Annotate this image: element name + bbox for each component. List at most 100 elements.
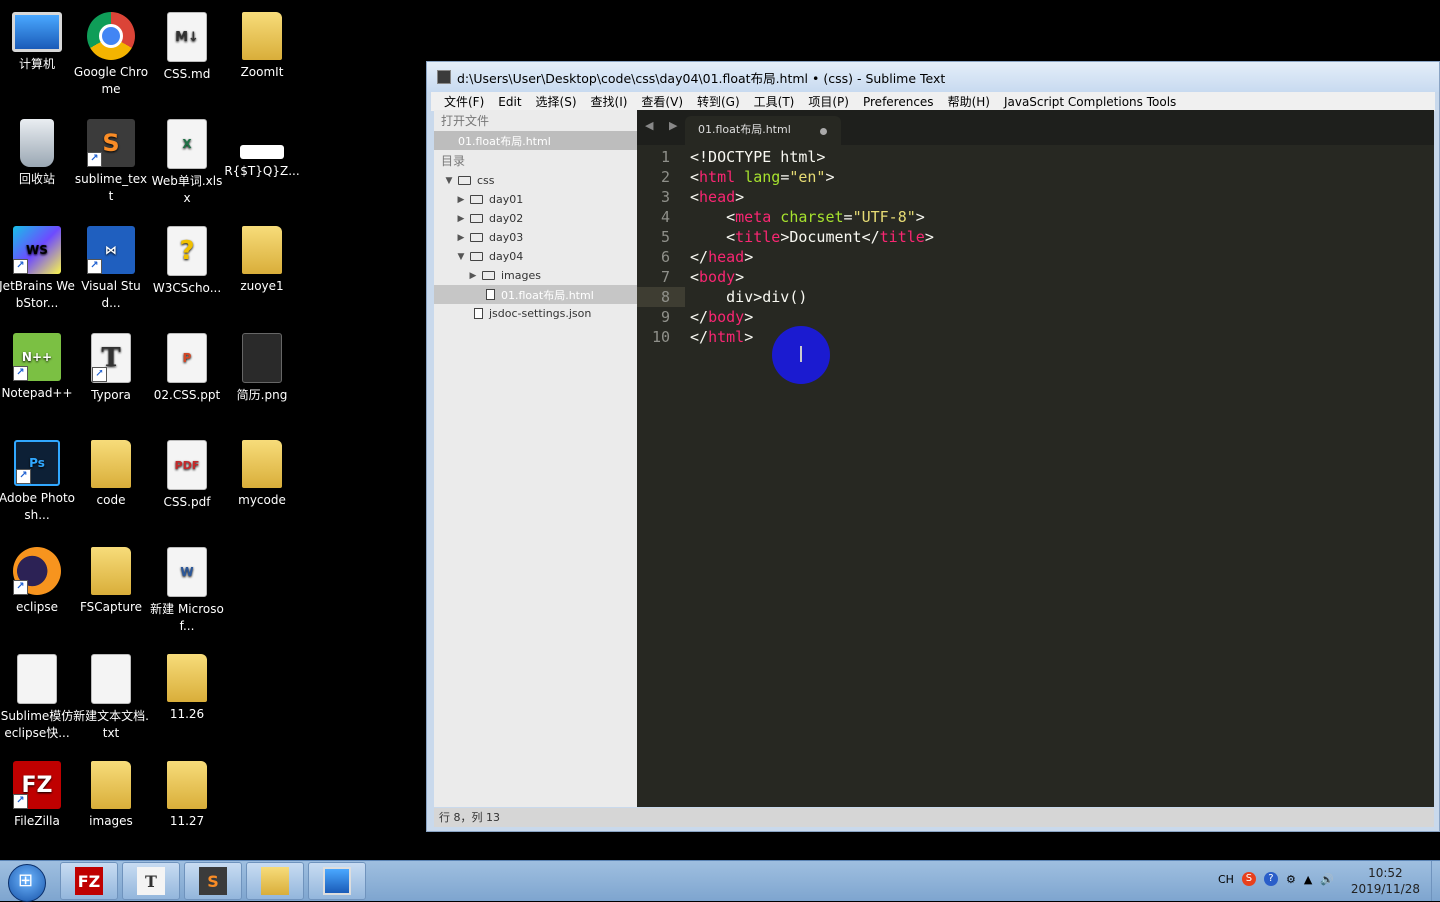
tab-active-file[interactable]: 01.float布局.html (685, 116, 841, 145)
desktop-icon-chrome[interactable]: Google Chrome (73, 8, 149, 98)
menu-project[interactable]: 项目(P) (801, 93, 856, 110)
desktop-icon-1126[interactable]: 11.26 (149, 650, 225, 723)
desktop-icon-w3cschool[interactable]: ? W3CScho... (149, 222, 225, 297)
desktop-icon-css-ppt[interactable]: P 02.CSS.ppt (149, 329, 225, 404)
desktop-icon-computer[interactable]: 计算机 (0, 8, 75, 73)
desktop-icon-code-folder[interactable]: code (73, 436, 149, 509)
code-line: 4 <meta charset="UTF-8"> (637, 207, 1434, 227)
unsaved-dot-icon[interactable] (820, 128, 827, 135)
tree-file-active[interactable]: 01.float布局.html (434, 285, 637, 304)
desktop-icon-css-pdf[interactable]: PDF CSS.pdf (149, 436, 225, 511)
desktop-icon-rtqz[interactable]: R{$T}Q}Z... (224, 115, 300, 180)
desktop-icon-filezilla[interactable]: FZ ↗ FileZilla (0, 757, 75, 830)
desktop-icon-css-md[interactable]: M↓ CSS.md (149, 8, 225, 83)
markdown-file-icon: M↓ (167, 12, 207, 62)
folder-icon (470, 214, 483, 223)
desktop-icon-vscode[interactable]: ⋈ ↗ Visual Stud... (73, 222, 149, 312)
tree-file-jsdoc[interactable]: jsdoc-settings.json (434, 304, 637, 323)
open-folder-icon (470, 252, 483, 261)
volume-icon[interactable]: 🔊 (1320, 873, 1334, 886)
desktop-icon-new-word[interactable]: W 新建 Microsof... (149, 543, 225, 635)
text-document-icon (17, 654, 57, 704)
desktop-icon-new-txt[interactable]: 新建文本文档.txt (73, 650, 149, 742)
taskbar-screen-app[interactable] (308, 862, 366, 900)
code-area[interactable]: 1 <!DOCTYPE html> 2 <html lang="en"> 3 <… (637, 147, 1434, 347)
tree-folder-css[interactable]: ▼ css (434, 171, 637, 190)
folder-icon (242, 12, 282, 60)
image-file-icon (242, 333, 282, 383)
menu-find[interactable]: 查找(I) (584, 93, 635, 110)
tree-folder-images[interactable]: ▶ images (434, 266, 637, 285)
tree-label: jsdoc-settings.json (489, 307, 592, 320)
menu-preferences[interactable]: Preferences (856, 95, 941, 109)
line-number: 3 (660, 188, 670, 206)
taskbar: FZ T S CH S ? ⚙ ▲ 🔊 10:52 2019/11/28 (0, 860, 1440, 902)
show-hidden-icons-icon[interactable]: ▲ (1304, 873, 1312, 886)
line-number: 2 (660, 168, 670, 186)
line-number: 10 (651, 328, 670, 346)
menu-tools[interactable]: 工具(T) (747, 93, 802, 110)
desktop-icon-typora[interactable]: T ↗ Typora (73, 329, 149, 404)
desktop-icon-web-xlsx[interactable]: X Web单词.xlsx (149, 115, 225, 207)
taskbar-explorer[interactable] (246, 862, 304, 900)
desktop-icon-sublime-text[interactable]: S ↗ sublime_text (73, 115, 149, 205)
desktop-icon-1127[interactable]: 11.27 (149, 757, 225, 830)
show-desktop-button[interactable] (1431, 861, 1440, 901)
desktop-icon-eclipse[interactable]: ↗ eclipse (0, 543, 75, 616)
folders-header: 目录 (441, 154, 466, 168)
code-line: 3 <head> (637, 187, 1434, 207)
desktop-icon-zuoye1[interactable]: zuoye1 (224, 222, 300, 295)
menu-js-completions[interactable]: JavaScript Completions Tools (997, 95, 1183, 109)
help-icon[interactable]: ? (1263, 872, 1278, 886)
folder-icon (482, 271, 495, 280)
line-number: 8 (660, 288, 670, 306)
desktop-icon-mycode[interactable]: mycode (224, 436, 300, 509)
desktop-icon-sublime-eclipse-doc[interactable]: Sublime模仿eclipse快... (0, 650, 75, 742)
input-language[interactable]: CH (1218, 873, 1234, 886)
menu-file[interactable]: 文件(F) (437, 93, 491, 110)
eclipse-icon: ↗ (13, 547, 61, 595)
clock[interactable]: 10:52 2019/11/28 (1351, 865, 1420, 897)
open-folder-icon (458, 176, 471, 185)
sogou-ime-icon[interactable]: S (1241, 872, 1256, 886)
taskbar-typora[interactable]: T (122, 862, 180, 900)
desktop-icon-recycle-bin[interactable]: 回收站 (0, 115, 75, 188)
code-line: 10 </html> (637, 327, 1434, 347)
keyboard-settings-icon[interactable]: ⚙ (1286, 873, 1296, 886)
code-line: 2 <html lang="en"> (637, 167, 1434, 187)
window-titlebar[interactable]: d:\Users\User\Desktop\code\css\day04\01.… (427, 62, 1439, 92)
text-document-icon (91, 654, 131, 704)
system-tray: CH S ? ⚙ ▲ 🔊 10:52 2019/11/28 (1200, 861, 1440, 901)
photoshop-icon: Ps ↗ (14, 440, 60, 486)
tree-folder-day03[interactable]: ▶ day03 (434, 228, 637, 247)
tree-label: day03 (489, 231, 524, 244)
desktop-icon-webstorm[interactable]: WS ↗ JetBrains WebStor... (0, 222, 75, 312)
menu-selection[interactable]: 选择(S) (529, 93, 584, 110)
collapsed-arrow-icon: ▶ (457, 232, 465, 243)
desktop-icon-images-folder[interactable]: images (73, 757, 149, 830)
menu-edit[interactable]: Edit (491, 95, 528, 109)
menu-goto[interactable]: 转到(G) (690, 93, 747, 110)
tree-folder-day02[interactable]: ▶ day02 (434, 209, 637, 228)
menu-view[interactable]: 查看(V) (634, 93, 690, 110)
menu-help[interactable]: 帮助(H) (941, 93, 997, 110)
desktop-icon-fscapture[interactable]: FSCapture (73, 543, 149, 616)
tab-scroll-arrows-icon[interactable]: ◀ ▶ (645, 119, 683, 132)
sublime-text-icon: S ↗ (87, 119, 135, 167)
desktop-icon-resume-png[interactable]: 简历.png (224, 329, 300, 404)
file-icon (474, 308, 483, 319)
taskbar-filezilla[interactable]: FZ (60, 862, 118, 900)
open-file-label: 01.float布局.html (458, 134, 551, 148)
tree-folder-day04[interactable]: ▼ day04 (434, 247, 637, 266)
start-button[interactable] (8, 864, 46, 902)
open-file-item[interactable]: 01.float布局.html (434, 131, 637, 150)
desktop-icon-zoomit[interactable]: ZoomIt (224, 8, 300, 81)
typora-icon: T ↗ (91, 333, 131, 383)
tree-folder-day01[interactable]: ▶ day01 (434, 190, 637, 209)
status-bar: 行 8，列 13 (434, 808, 1434, 827)
taskbar-sublime[interactable]: S (184, 862, 242, 900)
desktop-icon-notepadpp[interactable]: N++ ↗ Notepad++ (0, 329, 75, 402)
cursor-position: 行 8，列 13 (439, 811, 500, 824)
desktop-icon-photoshop[interactable]: Ps ↗ Adobe Photosh... (0, 436, 75, 524)
editor-pane: ◀ ▶ 01.float布局.html 1 <!DOCTYPE html> 2 … (637, 110, 1434, 807)
